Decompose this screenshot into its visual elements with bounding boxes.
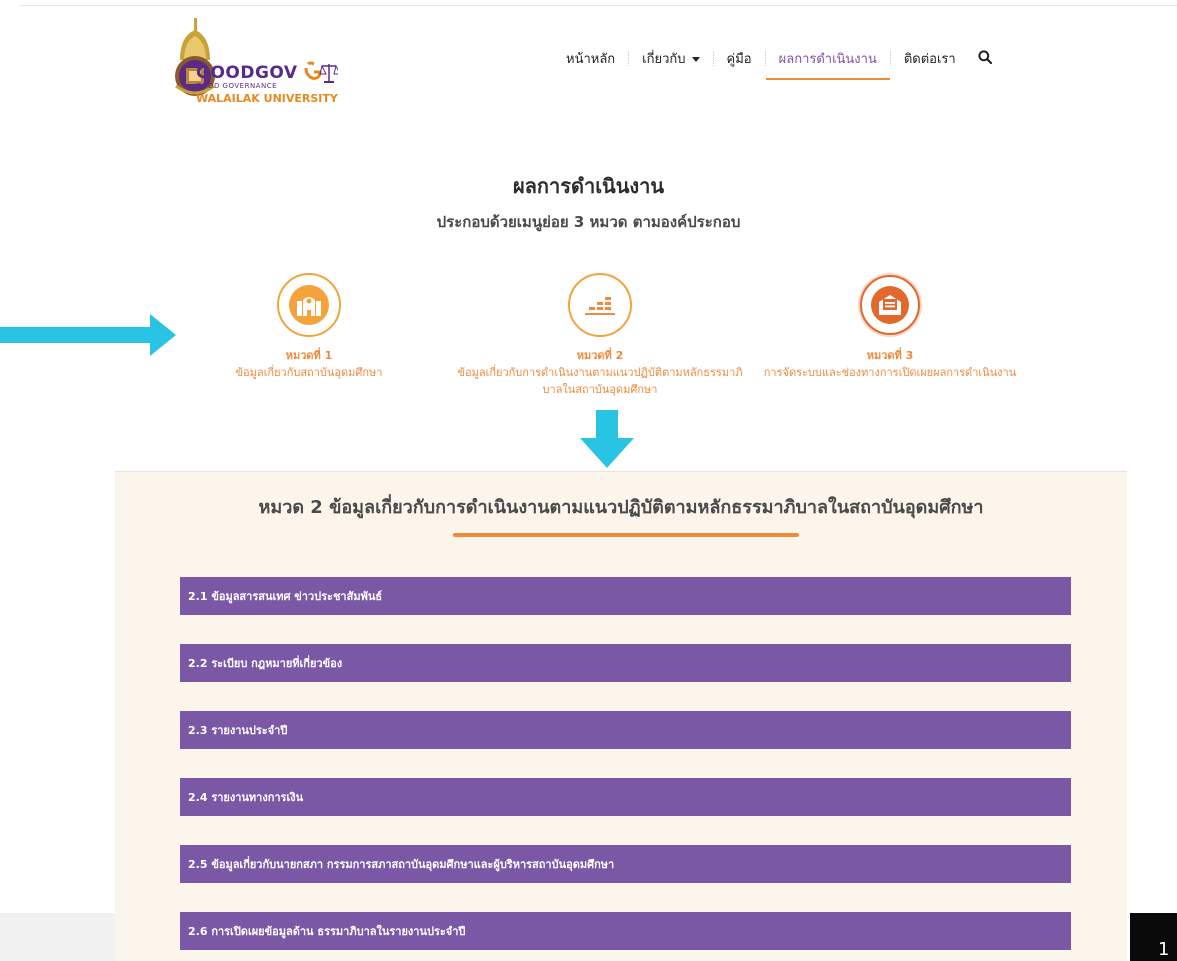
arrow-down-icon	[580, 410, 634, 468]
footer-left-block	[0, 913, 115, 961]
university-name: WALAILAK UNIVERSITY	[196, 92, 338, 105]
category-3-heading: หมวดที่ 3	[866, 349, 914, 362]
category-2[interactable]: หมวดที่ 2 ข้อมูลเกี่ยวกับการดำเนินงานตาม…	[452, 273, 748, 398]
chart-bars-icon	[568, 273, 632, 337]
nav-home[interactable]: หน้าหลัก	[566, 48, 615, 69]
accordion-item-2-5[interactable]: 2.5 ข้อมูลเกี่ยวกับนายกสภา กรรมการสภาสถา…	[180, 845, 1071, 883]
accordion-item-2-3[interactable]: 2.3 รายงานประจำปี	[180, 711, 1071, 749]
nav-separator	[764, 51, 766, 66]
accordion-item-2-6[interactable]: 2.6 การเปิดเผยข้อมูลด้าน ธรรมาภิบาลในราย…	[180, 912, 1071, 950]
page-subtitle: ประกอบด้วยเมนูย่อย 3 หมวด ตามองค์ประกอบ	[436, 213, 741, 231]
category-1-description: ข้อมูลเกี่ยวกับสถาบันอุดมศึกษา	[235, 366, 383, 379]
accordion-item-2-4[interactable]: 2.4 รายงานทางการเงิน	[180, 778, 1071, 816]
main-nav: หน้าหลัก เกี่ยวกับ คู่มือ ผลการดำเนินงาน…	[566, 48, 992, 80]
category-3[interactable]: หมวดที่ 3 การจัดระบบและช่องทางการเปิดเผย…	[740, 273, 1040, 381]
accordion-item-2-1[interactable]: 2.1 ข้อมูลสารสนเทศ ข่าวประชาสัมพันธ์	[180, 577, 1071, 615]
nav-about[interactable]: เกี่ยวกับ	[642, 48, 700, 69]
accordion-item-2-2[interactable]: 2.2 ระเบียบ กฎหมายที่เกี่ยวข้อง	[180, 644, 1071, 682]
caret-down-icon	[691, 57, 700, 62]
nav-manual[interactable]: คู่มือ	[727, 48, 752, 69]
brand-subtitle: GOOD GOVERNANCE	[196, 82, 278, 90]
building-icon	[277, 273, 341, 337]
category-2-panel: หมวด 2 ข้อมูลเกี่ยวกับการดำเนินงานตามแนว…	[115, 471, 1127, 961]
arrow-right-icon	[0, 314, 176, 356]
nav-separator	[889, 51, 891, 66]
nav-separator	[712, 51, 714, 66]
category-1[interactable]: หมวดที่ 1 ข้อมูลเกี่ยวกับสถาบันอุดมศึกษา	[222, 273, 396, 381]
category-2-heading: หมวดที่ 2	[576, 349, 624, 362]
category-2-description: ข้อมูลเกี่ยวกับการดำเนินงานตามแนวปฏิบัติ…	[457, 366, 743, 396]
top-divider	[20, 5, 1177, 6]
envelope-icon	[858, 273, 922, 337]
nav-results[interactable]: ผลการดำเนินงาน	[765, 48, 891, 80]
nav-contact[interactable]: ติดต่อเรา	[904, 48, 956, 69]
search-icon[interactable]	[978, 49, 992, 68]
corner-counter: 1	[1130, 913, 1177, 961]
justice-scale-icon	[304, 61, 338, 83]
nav-about-label: เกี่ยวกับ	[642, 52, 686, 67]
brand-name: GOODGOV	[196, 63, 298, 83]
category-3-description: การจัดระบบและช่องทางการเปิดเผยผลการดำเนิ…	[763, 366, 1017, 379]
category-1-heading: หมวดที่ 1	[285, 349, 333, 362]
page-title: ผลการดำเนินงาน	[512, 174, 665, 198]
nav-separator	[628, 51, 630, 66]
title-underline	[453, 533, 799, 537]
site-logo[interactable]: GOODGOV GOOD GOVERNANCE WALAILAK UNIVERS…	[172, 16, 372, 105]
panel-title: หมวด 2 ข้อมูลเกี่ยวกับการดำเนินงานตามแนว…	[258, 497, 984, 518]
